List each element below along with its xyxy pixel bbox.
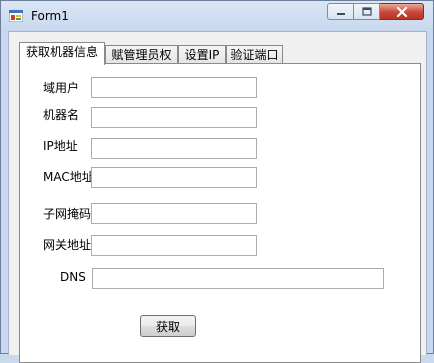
title-bar[interactable]: Form1 [1,1,433,31]
machine-name-field[interactable] [91,107,257,128]
tab-panel-get-machine-info: 域用户 机器名 IP地址 MAC地址 子网掩码 网关地址 DNS 获取 [19,63,421,363]
ip-address-field[interactable] [91,138,257,159]
minimize-icon [336,12,345,15]
client-area: 获取机器信息 赋管理员权 设置IP 验证端口 域用户 机器名 IP地址 MAC地… [8,31,427,363]
dns-field[interactable] [92,268,384,289]
winforms-app-icon [9,10,23,22]
tab-set-ip[interactable]: 设置IP [178,45,226,65]
gateway-label: 网关地址 [43,238,92,252]
get-button[interactable]: 获取 [140,315,196,337]
mac-address-field[interactable] [91,167,257,188]
close-button[interactable] [380,3,424,20]
tab-label: 验证端口 [230,48,279,62]
maximize-icon [361,7,372,16]
subnet-mask-label: 子网掩码 [43,207,92,221]
tab-grant-admin[interactable]: 赋管理员权 [105,45,178,65]
close-icon [396,6,407,17]
tab-label: 获取机器信息 [25,45,98,59]
maximize-button[interactable] [354,3,380,20]
get-button-label: 获取 [155,319,180,334]
window-title: Form1 [31,9,69,23]
tab-verify-port[interactable]: 验证端口 [226,45,283,65]
dns-label: DNS [60,270,86,284]
mac-address-label: MAC地址 [43,170,94,184]
minimize-button[interactable] [327,3,354,20]
ip-address-label: IP地址 [43,139,78,153]
tab-get-machine-info[interactable]: 获取机器信息 [19,42,105,65]
subnet-mask-field[interactable] [91,203,257,224]
machine-name-label: 机器名 [43,108,80,122]
tab-label: 设置IP [184,48,220,62]
domain-user-field[interactable] [91,77,257,98]
gateway-field[interactable] [91,235,257,256]
tab-label: 赋管理员权 [111,48,172,62]
domain-user-label: 域用户 [43,81,80,95]
window: Form1 获取机器信息 赋管理员权 设置IP 验证端口 域用户 机器名 IP地… [0,0,434,363]
